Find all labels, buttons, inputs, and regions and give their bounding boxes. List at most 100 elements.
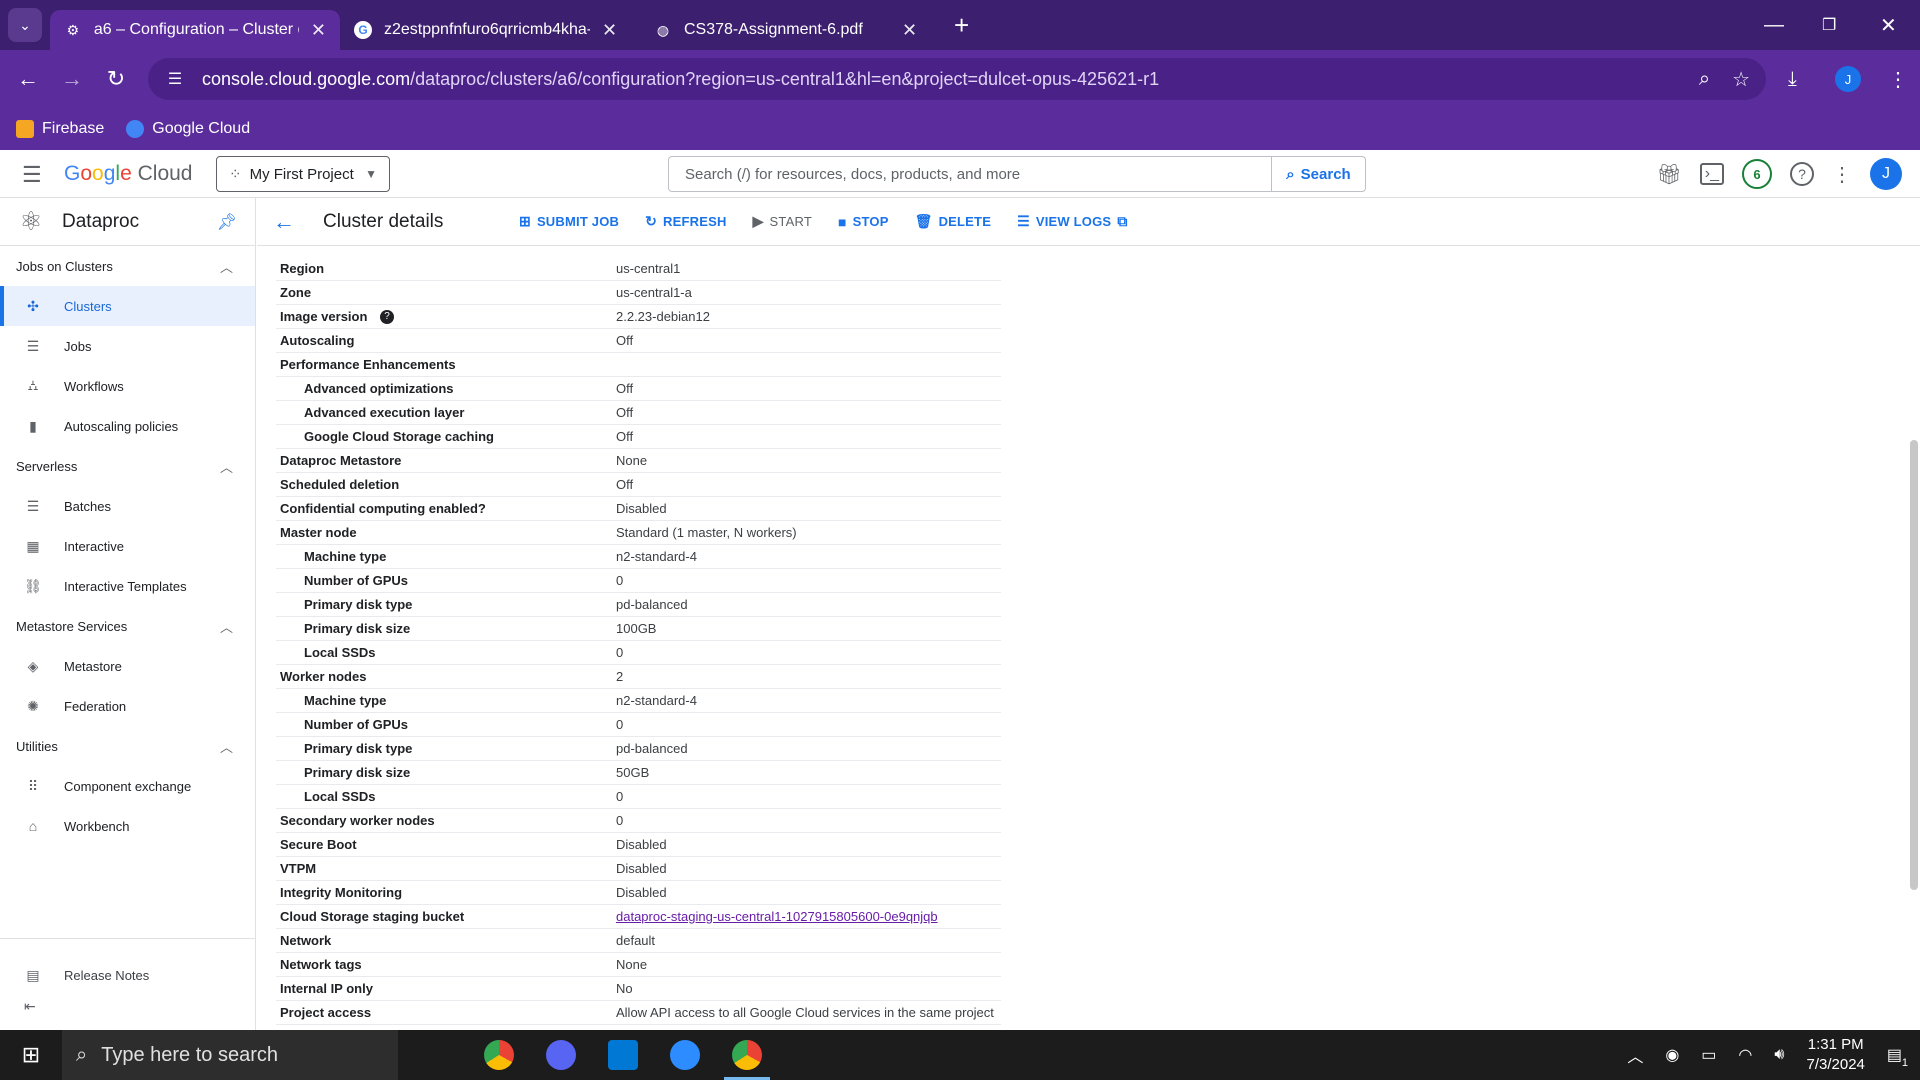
sidebar-item-autoscaling-policies[interactable]: ▮ Autoscaling policies [0, 406, 255, 446]
sidebar-item-label: Release Notes [64, 967, 150, 983]
detail-value: 0 [616, 645, 624, 660]
chrome-profile-app-icon[interactable] [716, 1030, 778, 1080]
sidebar-item-release-notes[interactable]: ▤ Release Notes [0, 955, 255, 995]
discord-app-icon[interactable] [530, 1030, 592, 1080]
pin-icon[interactable]: 📌︎ [217, 212, 237, 232]
search-bar[interactable]: Search (/) for resources, docs, products… [668, 156, 1366, 192]
detail-key: Local SSDs [304, 789, 376, 804]
zoom-icon[interactable]: ⌕ [1699, 68, 1710, 91]
sidebar-item-clusters[interactable]: ✣ Clusters [0, 286, 255, 326]
windows-start-icon[interactable]: ⊞ [0, 1030, 62, 1080]
discord-tray-icon[interactable]: ◉ [1665, 1045, 1679, 1065]
site-info-icon[interactable]: ☰ [164, 68, 186, 90]
close-icon[interactable]: ✕ [602, 20, 617, 41]
profile-avatar[interactable]: J [1835, 66, 1861, 92]
account-avatar[interactable]: J [1870, 158, 1902, 190]
new-tab-button[interactable]: + [954, 10, 969, 41]
gift-icon[interactable]: 🎁︎ [1656, 162, 1681, 187]
notification-center-icon[interactable]: ▤ 1 [1887, 1045, 1908, 1069]
refresh-button[interactable]: ↻ REFRESH [645, 213, 726, 230]
section-jobs-on-clusters[interactable]: Jobs on Clusters ︿ [0, 246, 255, 286]
sidebar-item-federation[interactable]: ✺ Federation [0, 686, 255, 726]
reload-icon[interactable]: ↻ [94, 66, 138, 92]
close-icon[interactable]: ✕ [311, 20, 326, 41]
sidebar-item-batches[interactable]: ☰ Batches [0, 486, 255, 526]
download-icon[interactable]: ⤓ [1788, 50, 1797, 108]
bookmark-firebase[interactable]: Firebase [16, 120, 104, 138]
sidebar-item-workflows[interactable]: ⛼ Workflows [0, 366, 255, 406]
detail-key: Network [280, 933, 332, 948]
collapse-sidebar-icon[interactable]: ⇤ [24, 998, 36, 1015]
vscode-app-icon[interactable] [592, 1030, 654, 1080]
notifications-badge[interactable]: 6 [1742, 159, 1772, 189]
help-icon[interactable]: ? [1790, 162, 1814, 186]
stop-button[interactable]: ■ STOP [838, 214, 889, 230]
hamburger-menu-icon[interactable]: ☰ [22, 162, 42, 188]
google-cloud-logo[interactable]: Google Cloud [64, 162, 192, 186]
detail-key: Secure Boot [280, 837, 357, 852]
sidebar-item-interactive[interactable]: ▦ Interactive [0, 526, 255, 566]
tab-search-button[interactable]: ⌄ [8, 8, 42, 42]
zoom-app-icon[interactable] [654, 1030, 716, 1080]
bookmark-google-cloud[interactable]: Google Cloud [126, 120, 250, 138]
staging-bucket-link[interactable]: dataproc-staging-us-central1-10279158056… [616, 909, 1001, 924]
chrome-app-icon[interactable] [468, 1030, 530, 1080]
cloud-shell-icon[interactable]: ›_ [1699, 163, 1724, 185]
clock[interactable]: 1:31 PM 7/3/2024 [1806, 1035, 1864, 1075]
detail-value: us-central1-a [616, 285, 692, 300]
detail-value: pd-balanced [616, 597, 688, 612]
bookmark-star-icon[interactable]: ☆ [1732, 67, 1750, 92]
section-metastore-services[interactable]: Metastore Services ︿ [0, 606, 255, 646]
detail-row: Number of GPUs 0 [276, 713, 1001, 737]
close-icon[interactable]: ✕ [902, 20, 917, 41]
sidebar-item-metastore[interactable]: ◈ Metastore [0, 646, 255, 686]
detail-row: Network default [276, 929, 1001, 953]
search-icon: ⌕ [76, 1043, 88, 1066]
federation-icon: ✺ [27, 697, 39, 714]
chevron-up-icon[interactable]: ︿ [1627, 1043, 1643, 1067]
browser-tab-2[interactable]: G z2estppnfnfuro6qrricmb4kha-d ✕ [340, 10, 640, 50]
detail-row: Network tags None [276, 953, 1001, 977]
omnibox[interactable]: ☰ console.cloud.google.com/dataproc/clus… [148, 58, 1766, 100]
back-arrow-icon[interactable]: ← [273, 209, 303, 235]
restore-button[interactable]: ❐ [1822, 0, 1836, 50]
project-picker[interactable]: ⁘ My First Project ▼ [216, 156, 390, 192]
delete-button[interactable]: 🗑︎ DELETE [915, 213, 991, 230]
sidebar-item-jobs[interactable]: ☰ Jobs [0, 326, 255, 366]
browser-tab-3[interactable]: ◍ CS378-Assignment-6.pdf ✕ [640, 10, 940, 50]
back-icon[interactable]: ← [6, 66, 50, 92]
wifi-icon[interactable]: ◠ [1738, 1045, 1752, 1065]
close-window-button[interactable]: ✕ [1880, 0, 1897, 50]
search-input[interactable]: Search (/) for resources, docs, products… [669, 166, 1271, 183]
bookmarks-bar: Firebase Google Cloud [0, 108, 1920, 150]
sidebar: ⚛ Dataproc 📌︎ Jobs on Clusters ︿ ✣ Clust… [0, 198, 256, 1030]
minimize-button[interactable]: — [1764, 0, 1784, 50]
sidebar-item-interactive-templates[interactable]: ⛓ Interactive Templates [0, 566, 255, 606]
battery-icon[interactable]: ▭ [1701, 1045, 1716, 1065]
detail-key: VTPM [280, 861, 317, 876]
sidebar-item-workbench[interactable]: ⌂ Workbench [0, 806, 255, 846]
page-scrollbar[interactable] [1910, 440, 1918, 890]
section-utilities[interactable]: Utilities ︿ [0, 726, 255, 766]
sidebar-item-component-exchange[interactable]: ⠿ Component exchange [0, 766, 255, 806]
submit-job-button[interactable]: ⊞ SUBMIT JOB [519, 213, 619, 230]
url-text[interactable]: console.cloud.google.com/dataproc/cluste… [202, 69, 1159, 90]
detail-key: Machine type [304, 693, 387, 708]
start-button[interactable]: ▶ START [753, 213, 812, 230]
detail-value: None [616, 453, 648, 468]
windows-taskbar: ⊞ ⌕ Type here to search ︿ ◉ ▭ ◠ 🔊︎ 1:31 … [0, 1030, 1920, 1080]
taskbar-search[interactable]: ⌕ Type here to search [62, 1030, 398, 1080]
search-button[interactable]: ⌕ Search [1271, 157, 1365, 191]
browser-tab-1[interactable]: ⚙ a6 – Configuration – Cluster det ✕ [50, 10, 340, 50]
forward-icon[interactable]: → [50, 66, 94, 92]
sidebar-item-label: Federation [64, 698, 127, 714]
browser-menu-icon[interactable]: ⋮ [1888, 50, 1908, 108]
more-vert-icon[interactable]: ⋮ [1832, 162, 1852, 187]
volume-icon[interactable]: 🔊︎ [1774, 1046, 1784, 1064]
help-icon[interactable]: ? [380, 309, 394, 324]
detail-value: Off [616, 381, 634, 396]
detail-row: Zone us-central1-a [276, 281, 1001, 305]
section-serverless[interactable]: Serverless ︿ [0, 446, 255, 486]
detail-value: default [616, 933, 656, 948]
view-logs-button[interactable]: ☰ VIEW LOGS ⧉ [1017, 213, 1127, 230]
